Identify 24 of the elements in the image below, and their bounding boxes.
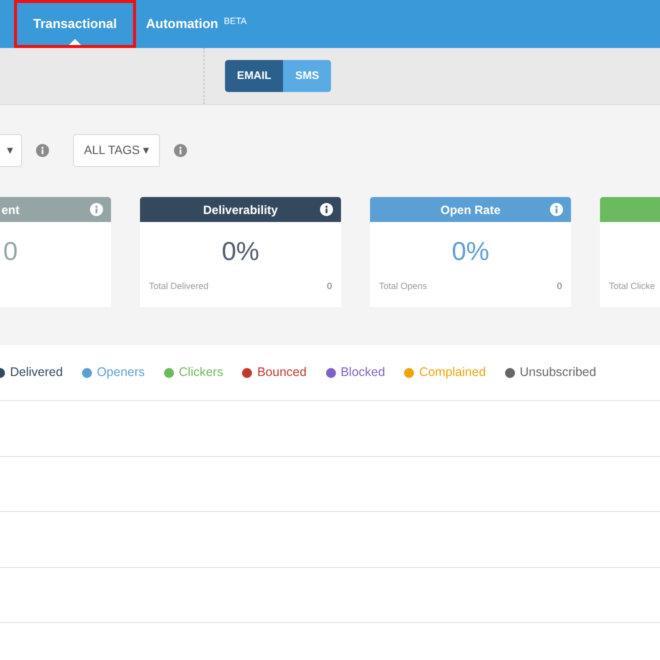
nav-tab[interactable]: Automation $^{BETA}$ xyxy=(136,0,257,48)
card-footer-label: Total Opens xyxy=(379,280,428,293)
channel-toggle-button[interactable]: EMAIL xyxy=(225,60,284,92)
card-footer-label: Total Clicke xyxy=(609,280,656,293)
dropdown-button[interactable]: ▾ xyxy=(0,134,22,166)
channel-toggle-button[interactable]: SMS xyxy=(283,60,332,92)
legend-label[interactable]: Blocked xyxy=(340,363,386,382)
legend-label[interactable]: Clickers xyxy=(178,363,224,382)
card-value: 0% xyxy=(452,234,490,268)
card-footer-value: 0 xyxy=(326,280,332,293)
card-footer-label: Total Delivered xyxy=(149,280,209,293)
legend-label[interactable]: Bounced xyxy=(257,363,307,382)
dropdown-button[interactable]: ALL TAGS ▾ xyxy=(73,134,160,166)
card-title: ent xyxy=(2,202,20,218)
card-title: Open Rate xyxy=(440,202,500,218)
card-value: 0% xyxy=(222,234,260,268)
legend-label[interactable]: Unsubscribed xyxy=(520,363,596,382)
card-title: Deliverability xyxy=(203,202,278,218)
info-icon[interactable] xyxy=(320,203,333,216)
legend-label[interactable]: Delivered xyxy=(10,363,63,382)
legend-label[interactable]: Openers xyxy=(96,363,145,382)
card-footer-value: 0 xyxy=(556,280,562,293)
card-value: 0 xyxy=(3,234,18,268)
nav-tab[interactable]: Transactional xyxy=(14,0,136,48)
